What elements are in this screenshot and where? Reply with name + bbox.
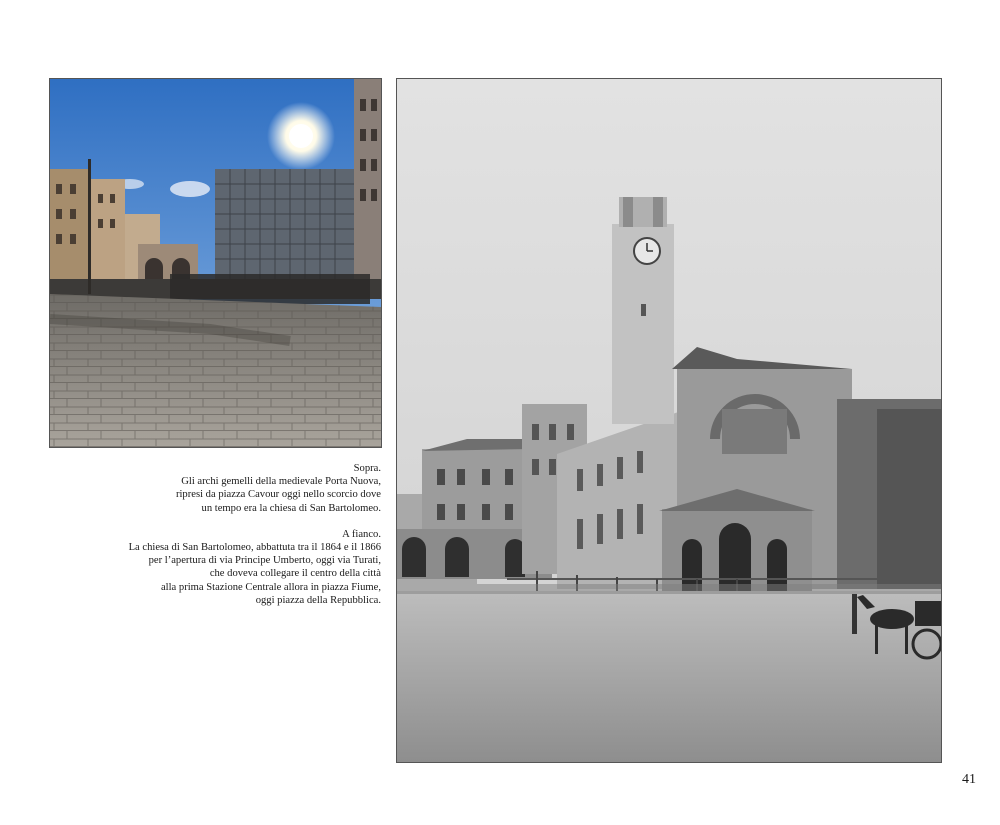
- caption-beside: A fianco. La chiesa di San Bartolomeo, a…: [120, 528, 381, 607]
- caption-beside-heading: A fianco.: [342, 528, 381, 540]
- caption-above-line: ripresi da piazza Cavour oggi nello scor…: [175, 489, 381, 501]
- caption-above: Sopra. Gli archi gemelli della medievale…: [120, 462, 381, 515]
- caption-beside-line: che doveva collegare il centro della cit…: [209, 568, 381, 580]
- caption-above-line: un tempo era la chiesa di San Bartolomeo…: [201, 502, 381, 514]
- piazza-cavour-image: [50, 79, 381, 447]
- caption-beside-line: oggi piazza della Repubblica.: [255, 594, 381, 606]
- caption-beside-line: alla prima Stazione Centrale allora in p…: [160, 581, 381, 593]
- san-bartolomeo-image: [397, 79, 941, 762]
- caption-above-heading: Sopra.: [353, 463, 381, 474]
- page-number: 41: [962, 772, 976, 787]
- caption-above-line: Gli archi gemelli della medievale Porta …: [181, 476, 381, 488]
- photo-captions: Sopra. Gli archi gemelli della medievale…: [120, 462, 381, 607]
- photo-san-bartolomeo: [396, 78, 942, 763]
- caption-beside-line: per l’apertura di via Principe Umberto, …: [148, 555, 381, 567]
- photo-piazza-cavour: [49, 78, 382, 448]
- caption-beside-line: La chiesa di San Bartolomeo, abbattuta t…: [128, 542, 381, 554]
